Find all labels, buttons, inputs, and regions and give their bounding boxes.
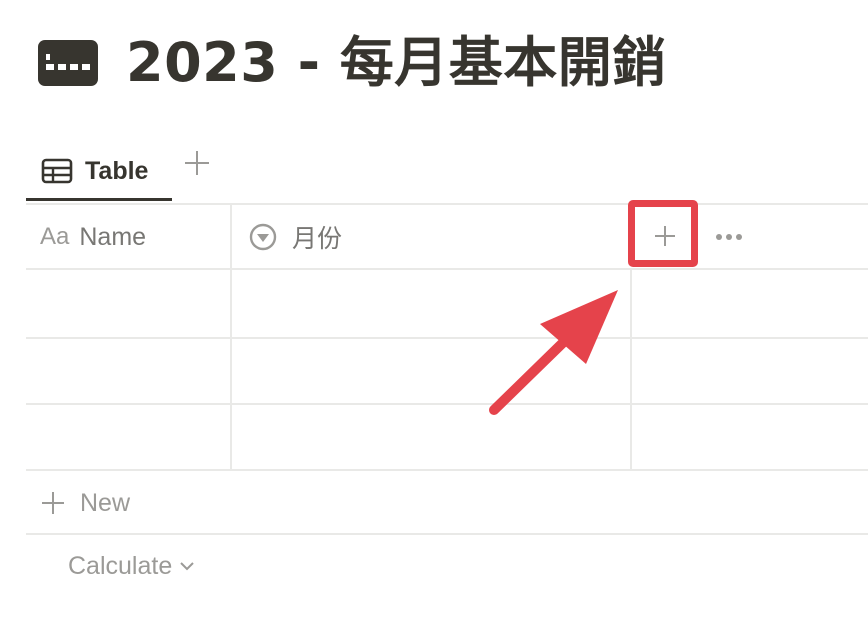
column-header-name-label: Name <box>79 222 147 251</box>
annotation-highlight-box <box>628 200 698 267</box>
title-row: 2023 - 每月基本開銷 <box>38 30 667 96</box>
table-row[interactable] <box>26 338 868 404</box>
new-row-label: New <box>80 488 131 517</box>
chevron-down-icon <box>180 562 194 571</box>
table-row[interactable] <box>26 404 868 470</box>
more-options-button[interactable] <box>710 220 748 254</box>
active-tab-indicator <box>26 198 172 201</box>
select-icon <box>249 223 277 251</box>
header-top-divider <box>26 203 868 205</box>
table-icon <box>41 158 73 184</box>
add-view-plus-icon[interactable] <box>182 148 212 178</box>
text-type-icon: Aa <box>40 223 70 250</box>
plus-icon <box>42 492 64 514</box>
calculate-label: Calculate <box>68 551 173 580</box>
ellipsis-icon <box>716 234 742 240</box>
calculate-button[interactable]: Calculate <box>68 540 196 592</box>
table-row[interactable] <box>26 270 868 336</box>
footer-divider <box>26 533 868 535</box>
column-header-month-label: 月份 <box>292 225 343 253</box>
column-header-name[interactable]: Aa Name <box>40 205 146 269</box>
page: 2023 - 每月基本開銷 Table Aa Name 月份 New Calcu… <box>0 0 868 630</box>
annotation-arrow-icon <box>489 290 618 415</box>
column-header-month[interactable]: 月份 <box>248 205 342 269</box>
new-row-button[interactable]: New <box>40 472 130 534</box>
credit-card-icon[interactable] <box>38 40 98 86</box>
page-title[interactable]: 2023 - 每月基本開銷 <box>126 30 667 96</box>
tab-table-label: Table <box>85 156 149 185</box>
tab-table[interactable]: Table <box>26 142 172 200</box>
